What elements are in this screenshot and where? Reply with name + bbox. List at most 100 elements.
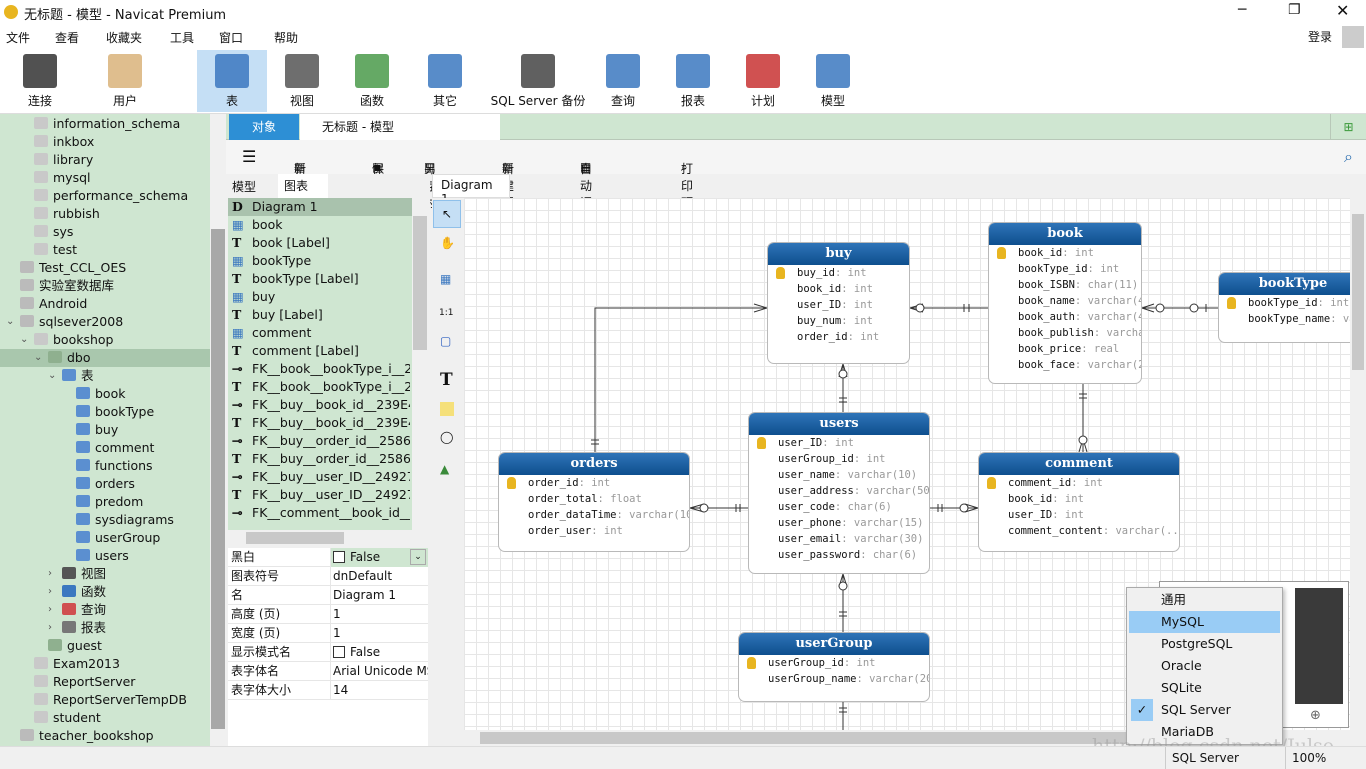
entity-field[interactable]: order_user: int (499, 523, 689, 539)
expand-chevron-icon[interactable]: › (48, 565, 52, 583)
property-row[interactable]: 宽度 (页) 1 (228, 624, 428, 643)
property-value[interactable]: dnDefault (330, 567, 428, 586)
object-list-scrollbar[interactable] (412, 198, 428, 538)
entity-field[interactable]: order_dataTime: varchar(10) (499, 507, 689, 523)
entity-book[interactable]: book book_id: int bookType_id: int book_ISB… (988, 222, 1142, 384)
property-value[interactable]: False (330, 643, 428, 662)
tree-item[interactable]: teacher_bookshop (0, 727, 210, 745)
dialect-menu-item[interactable]: Oracle (1129, 655, 1280, 677)
entity-field[interactable]: book_face: varchar(20) (989, 357, 1141, 373)
entity-field[interactable]: user_name: varchar(10) (749, 467, 929, 483)
object-list-item[interactable]: ▦ comment (232, 324, 410, 342)
tree-item[interactable]: library (0, 151, 210, 169)
menu-item[interactable]: 收藏夹 (106, 29, 142, 46)
entity-field[interactable]: user_email: varchar(30) (749, 531, 929, 547)
tree-item[interactable]: ReportServer (0, 673, 210, 691)
tree-item[interactable]: Android (0, 295, 210, 313)
tree-item[interactable]: comment (0, 439, 210, 457)
expand-chevron-icon[interactable]: › (48, 619, 52, 637)
toolbar-view-button[interactable]: 视图 (267, 50, 337, 112)
tree-item[interactable]: sysdiagrams (0, 511, 210, 529)
tree-item[interactable]: orders (0, 475, 210, 493)
toolbar-schedule-button[interactable]: 计划 (728, 50, 798, 112)
entity-buy[interactable]: buy buy_id: int book_id: int user_ID: int bu… (767, 242, 910, 364)
object-list-item[interactable]: ⊸ FK__buy__book_id__239E4D (232, 396, 410, 414)
entity-userGroup[interactable]: userGroup userGroup_id: int userGroup_name… (738, 632, 930, 702)
object-list-item[interactable]: ▦ buy (232, 288, 410, 306)
menu-item[interactable]: 文件 (6, 29, 30, 46)
entity-field[interactable]: buy_num: int (768, 313, 909, 329)
tree-item[interactable]: test (0, 241, 210, 259)
entity-field[interactable]: book_ISBN: char(11) (989, 277, 1141, 293)
toolbar-table-button[interactable]: 表 (197, 50, 267, 112)
menu-item[interactable]: 窗口 (219, 29, 243, 46)
object-list-item[interactable]: ⊸ FK__buy__order_id__258696 (232, 432, 410, 450)
expand-chevron-icon[interactable]: ⌄ (48, 367, 56, 385)
tree-item[interactable]: ⌄ bookshop (0, 331, 210, 349)
tree-item[interactable]: student (0, 709, 210, 727)
toolbar-query-button[interactable]: 查询 (588, 50, 658, 112)
entity-field[interactable]: userGroup_id: int (739, 655, 929, 671)
property-value[interactable]: 1 (330, 624, 428, 643)
new-tab-icon[interactable]: ⊞ (1330, 114, 1366, 140)
tree-item[interactable]: userGroup (0, 529, 210, 547)
tree-item[interactable]: inkbox (0, 133, 210, 151)
entity-orders[interactable]: orders order_id: int order_total: float ord… (498, 452, 690, 552)
tree-item[interactable]: buy (0, 421, 210, 439)
tree-item[interactable]: ReportServerTempDB (0, 691, 210, 709)
object-list-item[interactable]: T FK__buy__book_id__239E4D (232, 414, 410, 432)
entity-field[interactable]: bookType_name: varchar (1219, 311, 1350, 327)
entity-comment[interactable]: comment comment_id: int book_id: int user_I… (978, 452, 1180, 552)
toolbar-backup-button[interactable]: SQL Server 备份 (488, 50, 588, 112)
login-link[interactable]: 登录 (1308, 28, 1332, 45)
property-value[interactable]: Arial Unicode MS (330, 662, 428, 681)
dialect-menu-item[interactable]: 通用 (1129, 589, 1280, 611)
tree-item[interactable]: book (0, 385, 210, 403)
avatar[interactable] (1342, 26, 1364, 48)
tree-scrollbar[interactable] (210, 114, 226, 746)
entity-field[interactable]: comment_content: varchar(... (979, 523, 1179, 539)
tree-item[interactable]: › 报表 (0, 619, 210, 637)
tab-diagram-1[interactable]: Diagram 1 (432, 174, 510, 206)
tree-item[interactable]: functions (0, 457, 210, 475)
pointer-tool-icon[interactable]: ↖ (433, 200, 461, 228)
entity-field[interactable]: book_id: int (989, 245, 1141, 261)
tab-objects[interactable]: 对象 (229, 114, 299, 140)
tab-model[interactable]: 无标题 - 模型 (300, 114, 500, 140)
toolbar-user-button[interactable]: 用户 (90, 50, 160, 112)
object-list-item[interactable]: ▦ bookType (232, 252, 410, 270)
object-list-item[interactable]: ⊸ FK__buy__user_ID__2492720 (232, 468, 410, 486)
entity-field[interactable]: order_total: float (499, 491, 689, 507)
table-tool-icon[interactable]: ▦ (440, 272, 451, 286)
property-row[interactable]: 高度 (页) 1 (228, 605, 428, 624)
note-tool-icon[interactable] (440, 402, 454, 416)
expand-chevron-icon[interactable]: ⌄ (34, 349, 42, 367)
entity-field[interactable]: user_ID: int (768, 297, 909, 313)
object-list-item[interactable]: Tcomment [Label] (232, 342, 410, 360)
menu-item[interactable]: 查看 (55, 29, 79, 46)
entity-field[interactable]: user_ID: int (979, 507, 1179, 523)
toolbar-report-button[interactable]: 报表 (658, 50, 728, 112)
tree-item[interactable]: Test_CCL_OES (0, 259, 210, 277)
property-row[interactable]: 黑白 False ⌄ (228, 548, 428, 567)
tree-item[interactable]: mysql (0, 169, 210, 187)
object-list-item[interactable]: D Diagram 1 (228, 198, 412, 216)
entity-field[interactable]: book_auth: varchar(40) (989, 309, 1141, 325)
entity-field[interactable]: userGroup_id: int (749, 451, 929, 467)
toolbar-tools-button[interactable]: 其它 (410, 50, 480, 112)
property-row[interactable]: 表字体名 Arial Unicode MS (228, 662, 428, 681)
search-icon[interactable]: ⌕ (1344, 147, 1353, 167)
toolbar-model-button[interactable]: 模型 (798, 50, 868, 112)
tree-item[interactable]: ⌄ dbo (0, 349, 210, 367)
tree-item[interactable]: information_schema (0, 115, 210, 133)
tree-item[interactable]: ⌄ sqlsever2008 (0, 313, 210, 331)
entity-field[interactable]: bookType_id: int (1219, 295, 1350, 311)
entity-field[interactable]: userGroup_name: varchar(20) (739, 671, 929, 687)
entity-field[interactable]: order_id: int (768, 329, 909, 345)
entity-field[interactable]: user_phone: varchar(15) (749, 515, 929, 531)
object-list-item[interactable]: Tbook [Label] (232, 234, 410, 252)
entity-bookType[interactable]: bookType bookType_id: int bookType_name: v… (1218, 272, 1350, 343)
entity-field[interactable]: book_id: int (979, 491, 1179, 507)
close-button[interactable]: ✕ (1336, 1, 1349, 20)
tree-item[interactable]: ⌄ 表 (0, 367, 210, 385)
